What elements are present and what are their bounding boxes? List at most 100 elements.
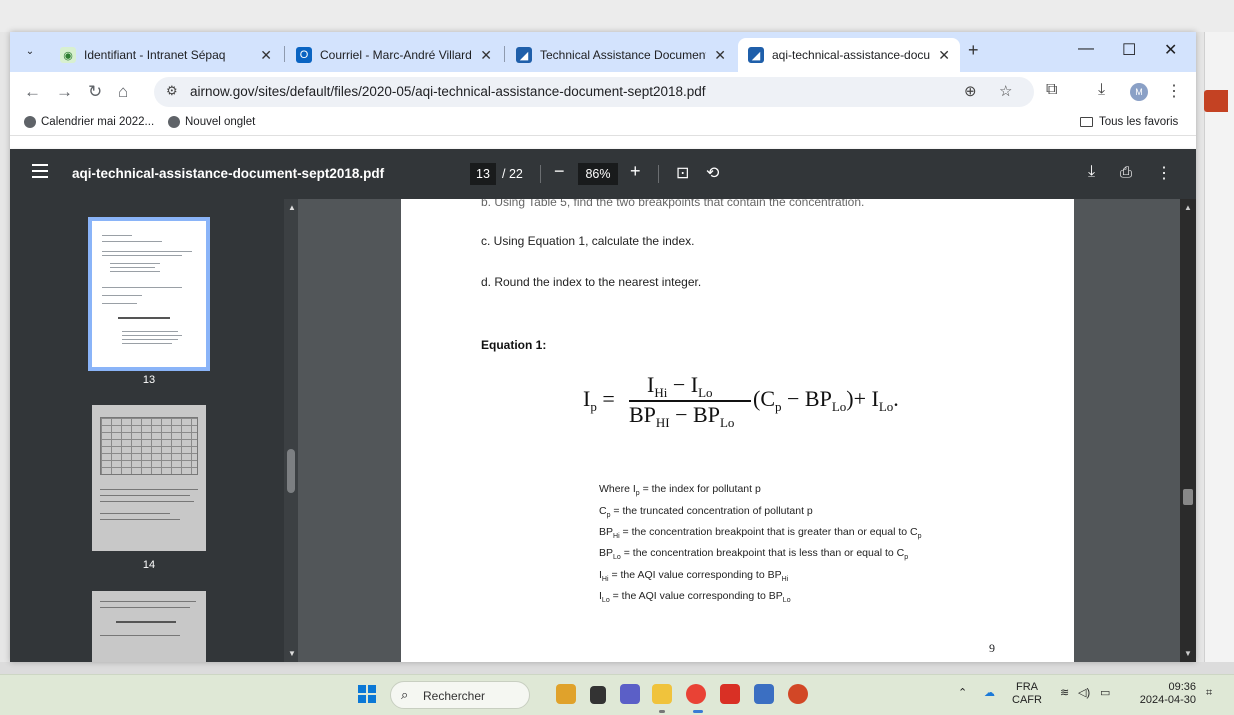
scrollbar-thumb[interactable]: [287, 449, 295, 493]
scroll-down-icon[interactable]: ▼: [288, 649, 296, 658]
background-red-button[interactable]: [1204, 90, 1228, 112]
battery-icon[interactable]: ▭: [1100, 687, 1110, 700]
zoom-in-icon[interactable]: +: [630, 161, 641, 182]
toolbar-divider: [540, 165, 541, 183]
maximize-icon[interactable]: ☐: [1122, 40, 1136, 60]
page-number-input[interactable]: 13: [470, 163, 496, 185]
download-icon[interactable]: ⤓: [1088, 163, 1095, 181]
windows-start-icon[interactable]: [358, 685, 376, 703]
windows-taskbar: ⌕ Rechercher ⌃ ☁ FRA CAFR ≋ ◁) ▭ 09:36 2…: [0, 674, 1234, 715]
thumbnail-number: 13: [142, 374, 156, 386]
volume-icon[interactable]: ◁): [1078, 687, 1090, 700]
kebab-menu-icon[interactable]: ⋮: [1166, 81, 1182, 101]
tab-technical-assistance[interactable]: ◢ Technical Assistance Document ✕: [506, 38, 736, 72]
zoom-level-input[interactable]: 86%: [578, 163, 618, 185]
scrollbar-thumb[interactable]: [1183, 489, 1193, 505]
tab-courriel[interactable]: O Courriel - Marc-André Villard - ✕: [286, 38, 502, 72]
definition-bplo: BPLo = the concentration breakpoint that…: [599, 547, 909, 562]
more-options-icon[interactable]: ⋮: [1156, 163, 1172, 183]
hamburger-menu-icon[interactable]: [32, 164, 48, 182]
clock[interactable]: 09:36 2024-04-30: [1130, 681, 1196, 707]
thumbnail-page-13[interactable]: [88, 217, 210, 371]
new-tab-plus-icon[interactable]: +: [968, 40, 979, 61]
tab-intranet-sepaq[interactable]: ◉ Identifiant - Intranet Sépaq ✕: [50, 38, 282, 72]
pdf-viewer[interactable]: b. Using Table 5, find the two breakpoin…: [298, 199, 1196, 662]
running-indicator: [659, 710, 665, 713]
viewer-scrollbar[interactable]: ▲ ▼: [1180, 199, 1196, 662]
bookmark-nouvel-onglet[interactable]: Nouvel onglet: [168, 116, 255, 128]
zoom-magnifier-icon[interactable]: ⊕: [964, 82, 977, 100]
tab-strip: ⌄ ◉ Identifiant - Intranet Sépaq ✕ O Cou…: [10, 32, 1196, 72]
bookmark-calendrier[interactable]: Calendrier mai 2022...: [24, 116, 154, 128]
wifi-icon[interactable]: ≋: [1060, 687, 1069, 700]
bookmark-star-icon[interactable]: ☆: [999, 82, 1012, 100]
running-indicator: [693, 710, 703, 713]
background-window-sidepanel: [1204, 32, 1234, 662]
tray-overflow-chevron-icon[interactable]: ⌃: [958, 687, 967, 700]
fit-page-icon[interactable]: ⊡: [676, 163, 689, 183]
definition-ip: Where Ip = the index for pollutant p: [599, 483, 761, 498]
close-tab-icon[interactable]: ✕: [480, 47, 492, 64]
globe-icon: [24, 116, 36, 128]
folder-icon: [1080, 117, 1093, 127]
outlook-favicon-icon: O: [296, 47, 312, 63]
onedrive-icon[interactable]: ☁: [984, 687, 995, 700]
thumbnail-sidebar: 13 14 ▲ ▼: [10, 199, 298, 662]
forward-arrow-icon[interactable]: →: [56, 82, 73, 102]
close-tab-icon[interactable]: ✕: [938, 47, 950, 64]
tab-separator: [504, 46, 505, 62]
tab-search-chevron-icon[interactable]: ⌄: [20, 42, 40, 62]
taskbar-search[interactable]: ⌕ Rechercher: [390, 681, 530, 709]
page-total: / 22: [502, 167, 523, 181]
download-icon[interactable]: ⤓: [1098, 81, 1105, 99]
pdf-page: b. Using Table 5, find the two breakpoin…: [401, 199, 1074, 662]
tab-aqi-pdf[interactable]: ◢ aqi-technical-assistance-docum ✕: [738, 38, 960, 72]
chrome-icon[interactable]: [686, 684, 706, 704]
thumbnail-page-14[interactable]: [92, 405, 206, 551]
extensions-icon[interactable]: ⧉: [1046, 81, 1057, 99]
file-explorer-icon[interactable]: [652, 684, 672, 704]
bookmarks-bar: Calendrier mai 2022... Nouvel onglet Tou…: [10, 112, 1196, 136]
back-arrow-icon[interactable]: ←: [24, 82, 41, 102]
minimize-icon[interactable]: —: [1078, 40, 1094, 58]
definition-cp: Cp = the truncated concentration of poll…: [599, 505, 813, 520]
browser-toolbar: ← → ↻ ⌂ ⚙ airnow.gov/sites/default/files…: [10, 72, 1196, 112]
all-bookmarks-button[interactable]: Tous les favoris: [1080, 116, 1178, 128]
language-indicator[interactable]: FRA CAFR: [1012, 681, 1042, 707]
page-text-step-d: d. Round the index to the nearest intege…: [481, 275, 702, 289]
close-window-icon[interactable]: ✕: [1164, 40, 1177, 60]
home-icon[interactable]: ⌂: [118, 82, 128, 102]
terminal-app-icon[interactable]: [590, 686, 606, 704]
teams-icon[interactable]: [620, 684, 640, 704]
sepaq-favicon-icon: ◉: [60, 47, 76, 63]
page-text-step-b: b. Using Table 5, find the two breakpoin…: [481, 199, 865, 209]
background-window-titlebar: [0, 0, 1234, 32]
thumbnail-page-15[interactable]: [92, 591, 206, 662]
notifications-icon[interactable]: ⌗: [1206, 687, 1212, 700]
definition-ilo: ILo = the AQI value corresponding to BPL…: [599, 590, 791, 605]
background-window-statusbar: [0, 662, 1234, 674]
close-tab-icon[interactable]: ✕: [260, 47, 272, 64]
zoom-out-icon[interactable]: −: [554, 161, 565, 182]
scroll-up-icon[interactable]: ▲: [1184, 203, 1192, 212]
address-bar[interactable]: ⚙ airnow.gov/sites/default/files/2020-05…: [154, 77, 1034, 107]
briefcase-app-icon[interactable]: [556, 684, 576, 704]
search-icon: ⌕: [401, 687, 409, 702]
acrobat-icon[interactable]: [720, 684, 740, 704]
scroll-up-icon[interactable]: ▲: [288, 203, 296, 212]
reload-icon[interactable]: ↻: [88, 82, 102, 102]
print-icon[interactable]: ⎙: [1120, 164, 1132, 181]
tab-separator: [284, 46, 285, 62]
profile-avatar[interactable]: M: [1130, 83, 1148, 101]
scroll-down-icon[interactable]: ▼: [1184, 649, 1192, 658]
rotate-icon[interactable]: ⟲: [706, 163, 719, 183]
pdf-toolbar: aqi-technical-assistance-document-sept20…: [10, 149, 1196, 199]
sidebar-scrollbar[interactable]: ▲ ▼: [284, 199, 298, 662]
url-text[interactable]: airnow.gov/sites/default/files/2020-05/a…: [190, 84, 706, 99]
close-tab-icon[interactable]: ✕: [714, 47, 726, 64]
site-info-icon[interactable]: ⚙: [166, 83, 178, 99]
airnow-favicon-icon: ◢: [748, 47, 764, 63]
teams-new-icon[interactable]: [754, 684, 774, 704]
definition-bphi: BPHi = the concentration breakpoint that…: [599, 526, 922, 541]
powerpoint-icon[interactable]: [788, 684, 808, 704]
